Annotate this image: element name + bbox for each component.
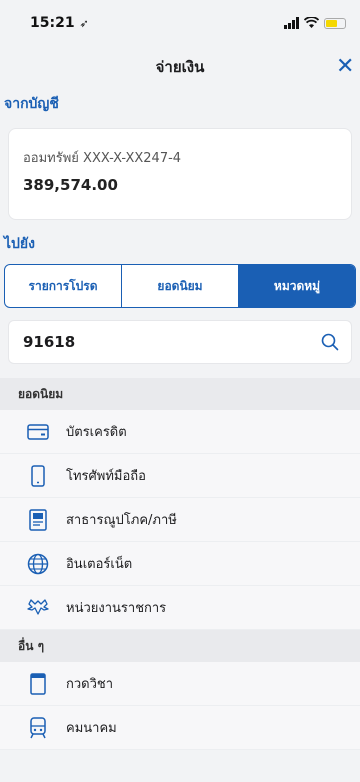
list-item-government[interactable]: หน่วยงานราชการ <box>0 586 360 630</box>
list-item-label: สาธารณูปโภค/ภาษี <box>66 513 177 528</box>
group-header-other: อื่น ๆ <box>0 630 360 662</box>
from-account-card[interactable]: ออมทรัพย์ XXX-X-XX247-4 389,574.00 <box>8 128 352 220</box>
book-icon <box>26 672 50 696</box>
list-item-label: หน่วยงานราชการ <box>66 601 167 616</box>
list-item-label: อินเตอร์เน็ต <box>66 557 133 572</box>
credit-card-icon <box>26 420 50 444</box>
government-emblem-icon <box>26 596 50 620</box>
tab-popular[interactable]: ยอดนิยม <box>122 265 239 307</box>
close-icon[interactable]: ✕ <box>336 56 360 78</box>
payee-tabs: รายการโปรด ยอดนิยม หมวดหมู่ <box>4 264 356 308</box>
account-balance: 389,574.00 <box>23 176 118 194</box>
status-time-wrap: 15:21 ➶ <box>30 15 89 31</box>
from-account-label: จากบัญชี <box>4 96 59 112</box>
status-time: 15:21 <box>30 15 75 31</box>
utility-bill-icon <box>26 508 50 532</box>
list-item-tutoring[interactable]: กวดวิชา <box>0 662 360 706</box>
list-item-label: โทรศัพท์มือถือ <box>66 469 146 484</box>
tab-favorites[interactable]: รายการโปรด <box>5 265 122 307</box>
group-header-popular: ยอดนิยม <box>0 378 360 410</box>
search-value: 91618 <box>23 333 76 351</box>
mobile-phone-icon <box>26 464 50 488</box>
list-item-credit-card[interactable]: บัตรเครดิต <box>0 410 360 454</box>
list-item-transport[interactable]: คมนาคม <box>0 706 360 750</box>
status-indicators <box>284 17 346 29</box>
list-item-label: บัตรเครดิต <box>66 425 127 440</box>
list-item-mobile[interactable]: โทรศัพท์มือถือ <box>0 454 360 498</box>
list-item-label: กวดวิชา <box>66 677 114 692</box>
page-title: จ่ายเงิน <box>155 58 205 76</box>
list-item-utility[interactable]: สาธารณูปโภค/ภาษี <box>0 498 360 542</box>
location-arrow-icon: ➶ <box>79 17 89 30</box>
tab-categories[interactable]: หมวดหมู่ <box>239 265 355 307</box>
search-input[interactable]: 91618 <box>8 320 352 364</box>
status-bar: 15:21 ➶ <box>0 0 360 46</box>
signal-icon <box>284 17 299 29</box>
search-icon[interactable] <box>321 333 339 351</box>
list-item-internet[interactable]: อินเตอร์เน็ต <box>0 542 360 586</box>
train-icon <box>26 716 50 740</box>
globe-icon <box>26 552 50 576</box>
list-item-label: คมนาคม <box>66 721 117 736</box>
battery-icon <box>324 17 346 29</box>
nav-bar: จ่ายเงิน ✕ <box>0 46 360 88</box>
to-label: ไปยัง <box>4 236 35 252</box>
account-name: ออมทรัพย์ XXX-X-XX247-4 <box>23 151 182 166</box>
wifi-icon <box>304 17 319 28</box>
